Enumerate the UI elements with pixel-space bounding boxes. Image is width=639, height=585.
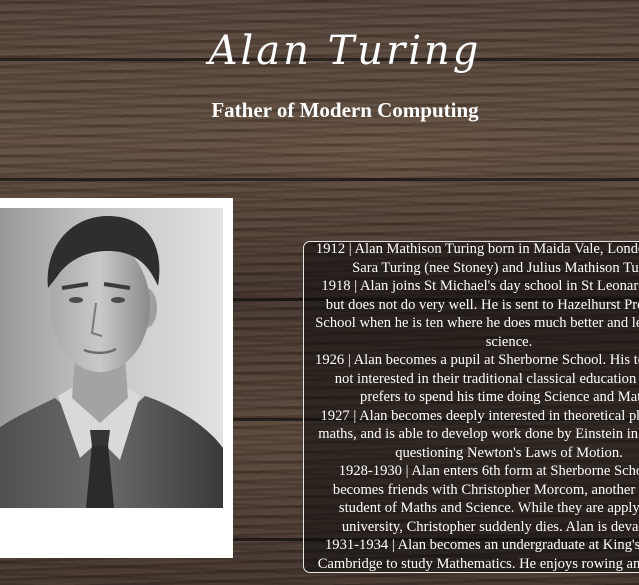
timeline-text: 1912 | Alan Mathison Turing born in Maid… bbox=[314, 241, 639, 572]
page-subtitle: Father of Modern Computing bbox=[211, 98, 479, 122]
page-title: Alan Turing bbox=[208, 28, 482, 74]
timeline-entry: 1931-1934 | Alan becomes an undergraduat… bbox=[317, 537, 639, 572]
timeline-entry: 1918 | Alan joins St Michael's day schoo… bbox=[315, 278, 639, 350]
timeline-entry: 1912 | Alan Mathison Turing born in Maid… bbox=[315, 241, 639, 276]
portrait-frame bbox=[0, 198, 233, 558]
timeline-entry: 1928-1930 | Alan enters 6th form at Sher… bbox=[332, 463, 639, 535]
timeline-panel[interactable]: 1912 | Alan Mathison Turing born in Maid… bbox=[303, 241, 639, 573]
portrait-photo bbox=[0, 208, 223, 508]
timeline-entry: 1926 | Alan becomes a pupil at Sherborne… bbox=[315, 352, 639, 405]
timeline-entry: 1927 | Alan becomes deeply interested in… bbox=[318, 407, 639, 461]
